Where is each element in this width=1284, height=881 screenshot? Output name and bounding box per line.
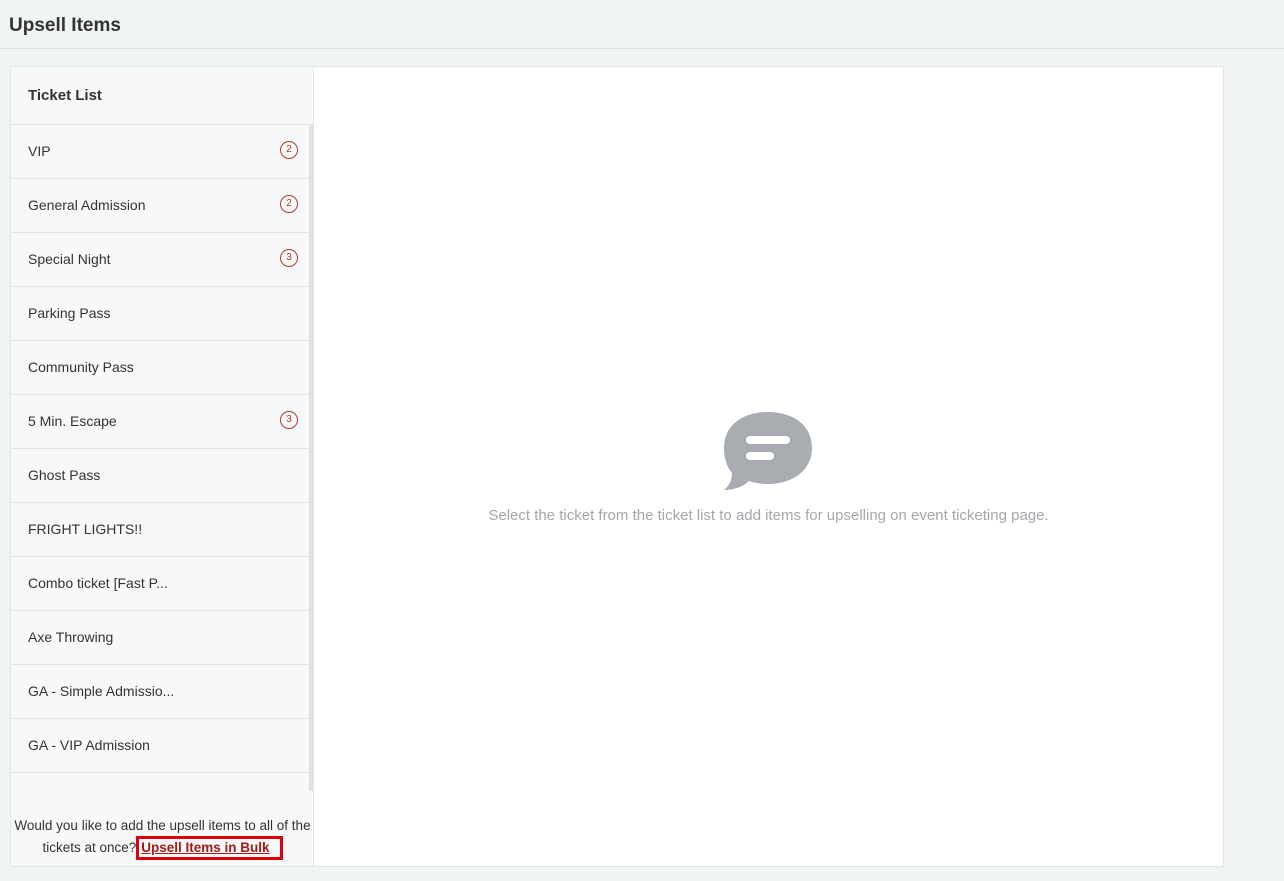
ticket-item-label: 5 Min. Escape	[28, 413, 117, 429]
ticket-list-scrollbar[interactable]	[309, 125, 313, 791]
upsell-count-badge: 2	[280, 195, 298, 213]
chat-bubble-icon	[724, 412, 812, 490]
ticket-list: VIP 2 General Admission 2 Special Night …	[11, 125, 309, 773]
ticket-item-community-pass[interactable]: Community Pass	[11, 341, 309, 395]
bulk-upsell-note: Would you like to add the upsell items t…	[11, 815, 314, 860]
ticket-item-axe-throwing[interactable]: Axe Throwing	[11, 611, 309, 665]
ticket-item-label: GA - VIP Admission	[28, 737, 150, 753]
ticket-item-label: Ghost Pass	[28, 467, 101, 483]
ticket-item-label: General Admission	[28, 197, 146, 213]
ticket-item-ga-simple-admission[interactable]: GA - Simple Admissio...	[11, 665, 309, 719]
ticket-item-special-night[interactable]: Special Night 3	[11, 233, 309, 287]
empty-state: Select the ticket from the ticket list t…	[314, 67, 1223, 866]
page-title: Upsell Items	[9, 15, 121, 36]
ticket-item-vip[interactable]: VIP 2	[11, 125, 309, 179]
upsell-items-in-bulk-link[interactable]: Upsell Items in Bulk	[136, 836, 283, 860]
ticket-item-label: FRIGHT LIGHTS!!	[28, 521, 143, 537]
ticket-item-general-admission[interactable]: General Admission 2	[11, 179, 309, 233]
ticket-item-parking-pass[interactable]: Parking Pass	[11, 287, 309, 341]
ticket-item-5-min-escape[interactable]: 5 Min. Escape 3	[11, 395, 309, 449]
page-header: Upsell Items	[0, 0, 1284, 49]
ticket-item-label: Parking Pass	[28, 305, 111, 321]
ticket-item-label: Community Pass	[28, 359, 134, 375]
ticket-item-fright-lights[interactable]: FRIGHT LIGHTS!!	[11, 503, 309, 557]
ticket-item-label: Combo ticket [Fast P...	[28, 575, 168, 591]
ticket-item-ghost-pass[interactable]: Ghost Pass	[11, 449, 309, 503]
upsell-panel: Ticket List VIP 2 General Admission 2 Sp…	[10, 66, 1224, 867]
ticket-list-heading: Ticket List	[11, 67, 313, 125]
ticket-item-label: VIP	[28, 143, 51, 159]
empty-state-message: Select the ticket from the ticket list t…	[488, 507, 1049, 524]
ticket-item-ga-vip-admission[interactable]: GA - VIP Admission	[11, 719, 309, 773]
upsell-count-badge: 3	[280, 249, 298, 267]
ticket-item-label: GA - Simple Admissio...	[28, 683, 175, 699]
upsell-count-badge: 2	[280, 141, 298, 159]
upsell-count-badge: 3	[280, 411, 298, 429]
ticket-item-label: Axe Throwing	[28, 629, 114, 645]
ticket-list-panel: Ticket List VIP 2 General Admission 2 Sp…	[11, 67, 314, 866]
ticket-item-label: Special Night	[28, 251, 111, 267]
ticket-item-combo-ticket[interactable]: Combo ticket [Fast P...	[11, 557, 309, 611]
